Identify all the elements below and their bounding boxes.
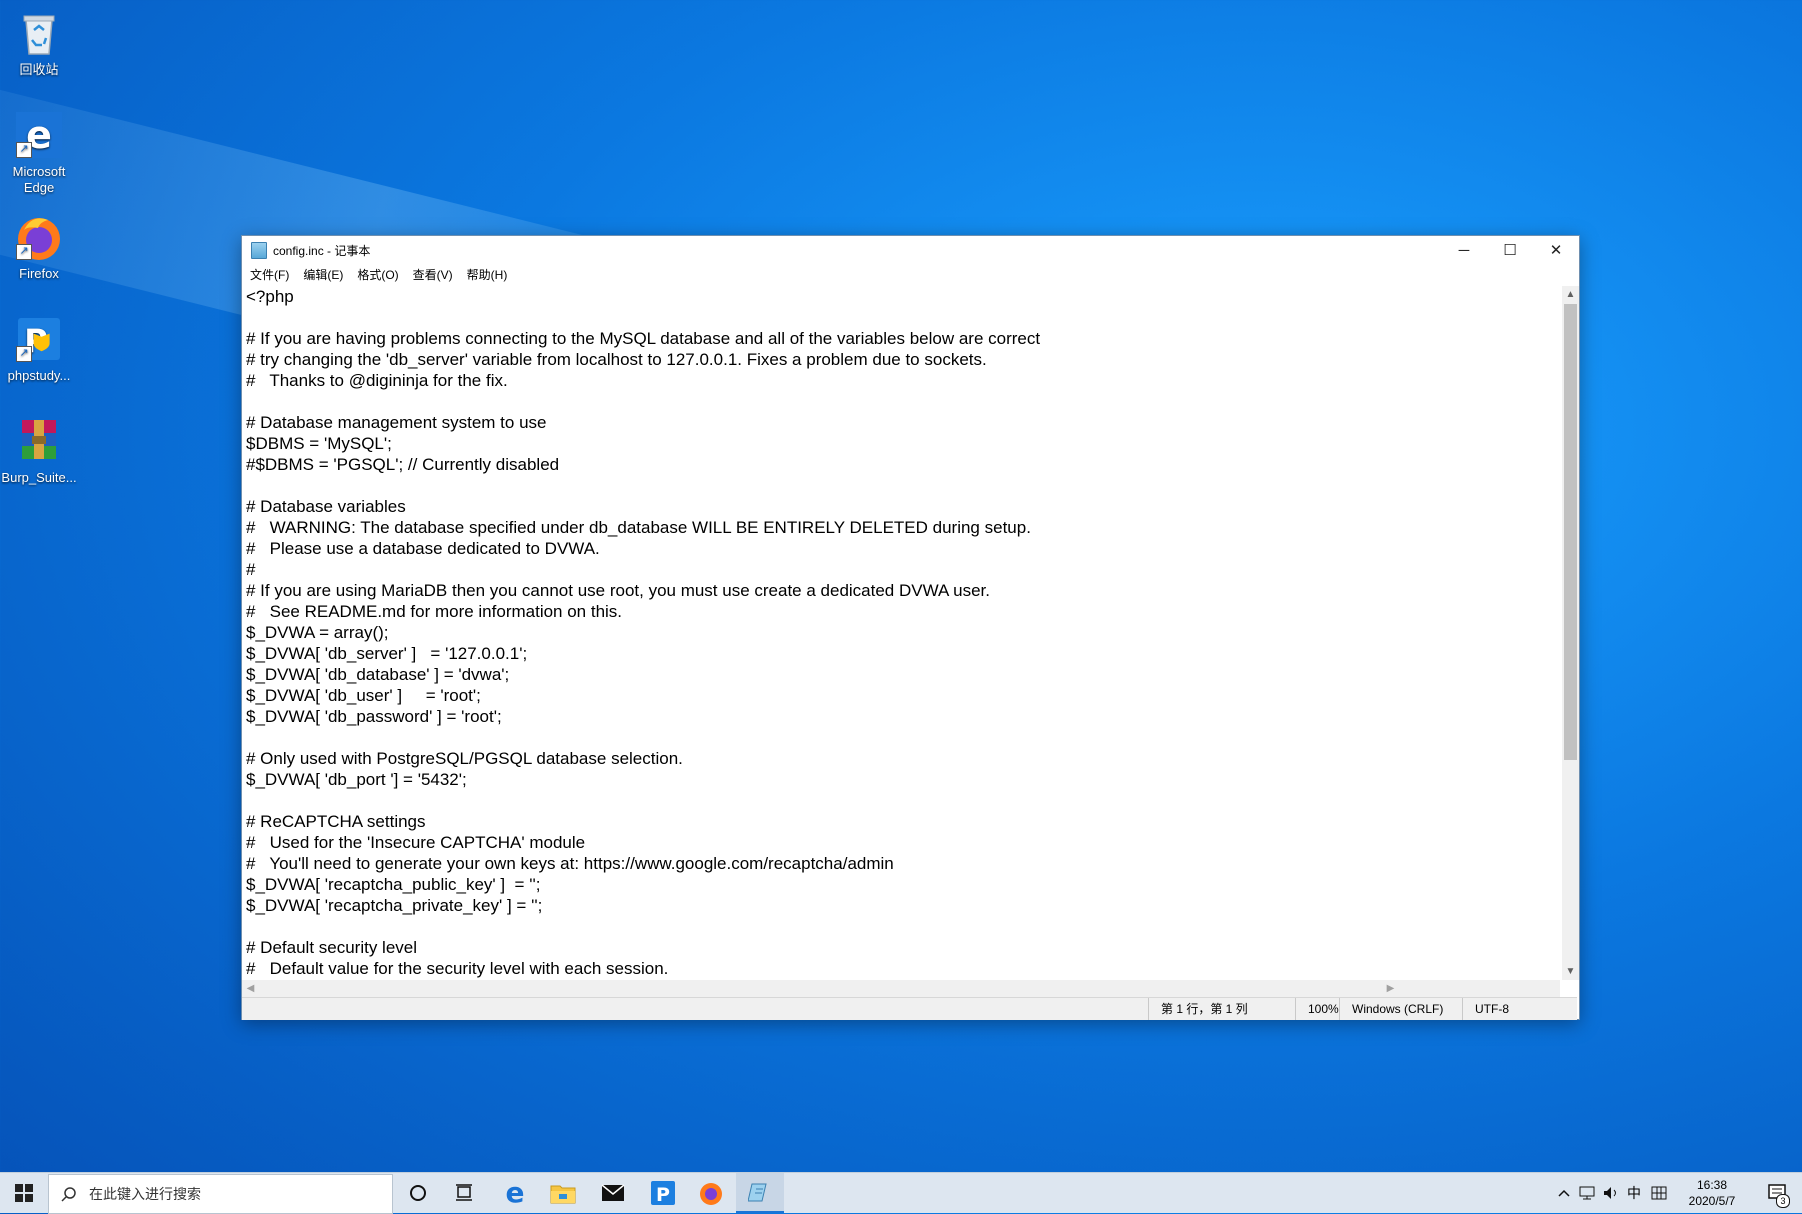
status-line-ending: Windows (CRLF) <box>1339 998 1452 1020</box>
taskbar-edge-icon[interactable]: e <box>492 1173 538 1213</box>
start-button[interactable] <box>0 1173 48 1213</box>
network-icon[interactable] <box>1576 1173 1598 1213</box>
desktop-icon-label: Burp_Suite... <box>1 470 77 485</box>
clock-date: 2020/5/7 <box>1688 1194 1736 1208</box>
recycle-bin-icon <box>14 8 64 58</box>
status-encoding: UTF-8 <box>1462 998 1545 1020</box>
volume-icon[interactable] <box>1600 1173 1622 1213</box>
search-icon <box>61 1186 77 1202</box>
text-editor[interactable]: <?php # If you are having problems conne… <box>244 286 1560 980</box>
scroll-left-icon[interactable]: ◀ <box>242 980 259 997</box>
desktop-icon-edge[interactable]: e ↗ Microsoft Edge <box>0 110 78 196</box>
notification-count-badge: 3 <box>1776 1194 1790 1208</box>
taskbar: 在此键入进行搜索 e P 中 16:38 2020/5/7 3 <box>0 1172 1802 1214</box>
scroll-up-icon[interactable]: ▲ <box>1562 286 1579 303</box>
windows-logo-icon <box>15 1184 33 1202</box>
status-cursor-position: 第 1 行，第 1 列 <box>1148 998 1273 1020</box>
shortcut-arrow-icon: ↗ <box>16 346 32 362</box>
desktop-icon-label: 回收站 <box>19 62 59 77</box>
desktop-icon-phpstudy[interactable]: P ↗ phpstudy... <box>0 314 78 384</box>
menu-help[interactable]: 帮助(H) <box>467 266 508 283</box>
maximize-button[interactable]: ☐ <box>1487 236 1533 264</box>
winrar-icon <box>14 416 64 466</box>
scroll-right-icon[interactable]: ▶ <box>1382 980 1399 997</box>
task-view-icon[interactable] <box>442 1173 486 1213</box>
taskbar-search-box[interactable]: 在此键入进行搜索 <box>48 1174 393 1214</box>
menu-bar: 文件(F) 编辑(E) 格式(O) 查看(V) 帮助(H) <box>242 264 1579 284</box>
minimize-button[interactable]: ─ <box>1441 236 1487 264</box>
menu-edit[interactable]: 编辑(E) <box>303 266 343 283</box>
status-bar: 第 1 行，第 1 列 100% Windows (CRLF) UTF-8 <box>242 997 1577 1020</box>
phpstudy-icon: P ↗ <box>14 314 64 364</box>
menu-file[interactable]: 文件(F) <box>250 266 289 283</box>
desktop-icon-recycle-bin[interactable]: 回收站 <box>0 8 78 78</box>
desktop-icon-label: Microsoft Edge <box>12 164 66 195</box>
clock[interactable]: 16:38 2020/5/7 <box>1672 1173 1752 1213</box>
menu-format[interactable]: 格式(O) <box>357 266 398 283</box>
svg-text:e: e <box>506 1180 525 1206</box>
taskbar-notepad-icon[interactable] <box>736 1173 784 1213</box>
close-button[interactable]: ✕ <box>1533 236 1579 264</box>
cortana-icon[interactable] <box>396 1173 440 1213</box>
chevron-up-icon[interactable] <box>1554 1173 1574 1213</box>
taskbar-firefox-icon[interactable] <box>688 1173 734 1213</box>
desktop-icon-burp-suite[interactable]: Burp_Suite... <box>0 416 78 486</box>
desktop-icon-firefox[interactable]: ↗ Firefox <box>0 212 78 282</box>
desktop-icon-label: Firefox <box>19 266 59 281</box>
editor-content[interactable]: <?php # If you are having problems conne… <box>244 286 1560 979</box>
shortcut-arrow-icon: ↗ <box>16 142 32 158</box>
keyboard-layout-icon[interactable] <box>1648 1173 1670 1213</box>
title-bar[interactable]: config.inc - 记事本 ─ ☐ ✕ <box>242 236 1579 264</box>
notepad-icon <box>251 241 267 259</box>
desktop-icon-label: phpstudy... <box>7 368 71 383</box>
menu-view[interactable]: 查看(V) <box>413 266 453 283</box>
shortcut-arrow-icon: ↗ <box>16 244 32 260</box>
vertical-scrollbar[interactable]: ▲ ▼ <box>1562 286 1579 980</box>
scrollbar-thumb[interactable] <box>1564 304 1577 760</box>
search-placeholder: 在此键入进行搜索 <box>89 1186 201 1202</box>
clock-time: 16:38 <box>1696 1178 1728 1192</box>
firefox-icon: ↗ <box>14 212 64 262</box>
edge-icon: e ↗ <box>14 110 64 160</box>
window-title: config.inc - 记事本 <box>273 243 371 258</box>
scroll-down-icon[interactable]: ▼ <box>1562 963 1579 980</box>
notification-center-icon[interactable]: 3 <box>1760 1173 1796 1213</box>
horizontal-scrollbar[interactable]: ◀ ▶ <box>242 980 1560 997</box>
ime-indicator[interactable]: 中 <box>1624 1173 1644 1213</box>
svg-text:P: P <box>656 1184 670 1206</box>
notepad-window[interactable]: config.inc - 记事本 ─ ☐ ✕ 文件(F) 编辑(E) 格式(O)… <box>241 235 1580 1020</box>
mail-icon[interactable] <box>590 1173 636 1213</box>
taskbar-phpstudy-icon[interactable]: P <box>640 1173 686 1213</box>
file-explorer-icon[interactable] <box>540 1173 586 1213</box>
